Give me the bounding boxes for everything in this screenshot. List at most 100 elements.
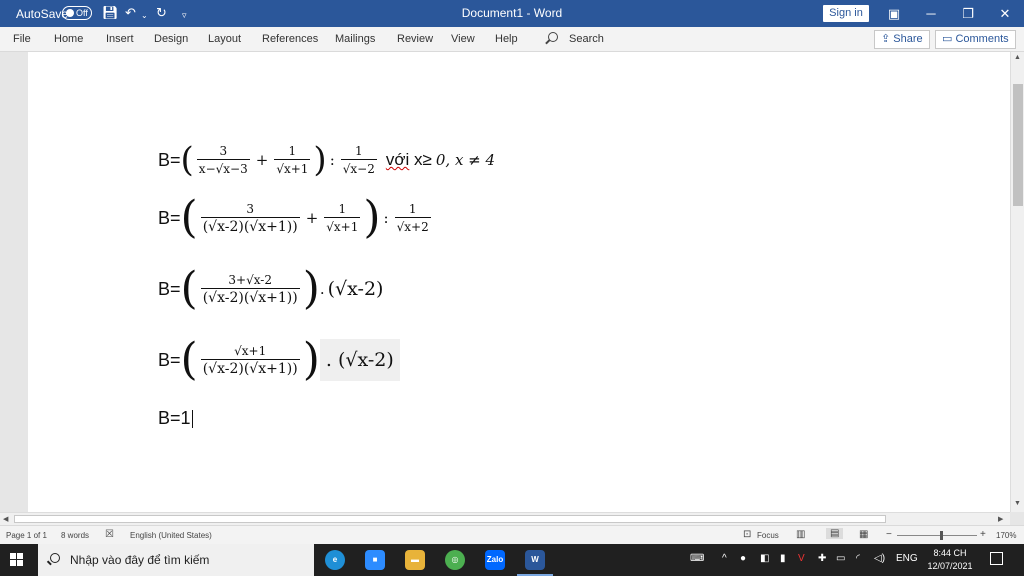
tab-file[interactable]: File (13, 33, 31, 45)
paren-close: ) (363, 192, 381, 243)
ribbon-tabs: File Home Insert Design Layout Reference… (0, 27, 1024, 52)
fraction: 1 √x+1 (324, 201, 361, 235)
search-icon[interactable] (548, 32, 558, 42)
taskbar-search-box[interactable]: Nhập vào đây để tìm kiếm (38, 544, 314, 576)
print-layout-icon[interactable]: ▤ (826, 528, 844, 539)
language-indicator-taskbar[interactable]: ENG (896, 553, 918, 564)
word-app-icon[interactable]: W (517, 550, 553, 576)
share-label: Share (893, 33, 923, 45)
horizontal-scroll-thumb[interactable] (14, 515, 886, 523)
web-layout-icon[interactable]: ▦ (859, 529, 868, 540)
meet-now-icon[interactable]: ⌨ (690, 553, 704, 564)
horizontal-scrollbar[interactable]: ◀ ▶ (0, 512, 1010, 525)
fraction: 1 √x+1 (274, 143, 311, 177)
tab-insert[interactable]: Insert (106, 33, 134, 45)
equation-line-2[interactable]: B= ( 3 (√x-2)(√x+1)) + 1 √x+1 ) : 1 √x+2 (158, 196, 434, 240)
notification-icon[interactable] (990, 552, 1003, 565)
windows-start-icon[interactable] (10, 553, 24, 567)
ribbon-display-icon[interactable]: ▣ (876, 0, 912, 27)
eq-lhs: B= (158, 349, 181, 370)
equation-line-5[interactable]: B=1 (158, 408, 193, 429)
tab-design[interactable]: Design (154, 33, 188, 45)
scroll-down-icon[interactable]: ▼ (1014, 500, 1021, 507)
multiply-dot: . (325, 349, 332, 371)
share-button[interactable]: ⇪ Share (874, 30, 930, 49)
tab-mailings[interactable]: Mailings (335, 33, 375, 45)
eq-lhs: B= (158, 149, 181, 170)
comments-label: Comments (955, 33, 1009, 45)
autosave-label: AutoSave (16, 7, 69, 21)
edge-app-icon[interactable]: e (325, 550, 345, 570)
comments-button[interactable]: ▭ Comments (935, 30, 1016, 49)
focus-icon[interactable]: ⊡ (743, 529, 751, 540)
numerator: √x+1 (234, 344, 267, 358)
tab-review[interactable]: Review (397, 33, 433, 45)
tray-app-icon[interactable]: V (798, 553, 805, 564)
taskbar-clock[interactable]: 8:44 CH 12/07/2021 (920, 547, 980, 573)
equation-line-3[interactable]: B= ( 3+√x-2 (√x-2)(√x+1)) ) . (√x-2) (158, 267, 383, 311)
vertical-scrollbar[interactable]: ▲ ▼ (1010, 52, 1024, 512)
zoom-app-icon[interactable]: ■ (365, 550, 385, 570)
share-icon: ⇪ (881, 33, 894, 45)
language-indicator[interactable]: English (United States) (130, 531, 212, 540)
restore-icon[interactable]: ❐ (950, 0, 986, 27)
read-mode-icon[interactable]: ▥ (796, 529, 805, 540)
zoom-in-button[interactable]: + (980, 529, 986, 540)
scroll-up-icon[interactable]: ▲ (1014, 54, 1021, 61)
clock-time: 8:44 CH (933, 548, 967, 558)
undo-icon[interactable]: ↶ (125, 5, 136, 21)
minimize-icon[interactable]: ─ (913, 0, 949, 27)
selected-factor[interactable]: . (√x-2) (319, 339, 400, 381)
tray-app-icon[interactable]: ✚ (818, 553, 826, 564)
document-canvas (0, 52, 1010, 512)
numerator: 1 (288, 144, 297, 158)
show-hidden-icons-icon[interactable]: ^ (722, 553, 727, 564)
windows-taskbar: Nhập vào đây để tìm kiếm e ■ ▬ ◎ Zalo W … (0, 544, 1024, 576)
undo-dropdown-icon[interactable]: ⌄ (141, 8, 148, 24)
equation-line-4[interactable]: B= ( √x+1 (√x-2)(√x+1)) ) . (√x-2) (158, 338, 400, 382)
file-explorer-icon[interactable]: ▬ (405, 550, 425, 570)
search-box[interactable]: Search (569, 33, 604, 45)
tab-home[interactable]: Home (54, 33, 83, 45)
redo-icon[interactable]: ↻ (156, 5, 167, 21)
multiply-dot: . (319, 280, 325, 298)
word-count[interactable]: 8 words (61, 531, 89, 540)
zoom-out-button[interactable]: − (886, 529, 892, 540)
scroll-left-icon[interactable]: ◀ (3, 515, 8, 523)
paren-close: ) (313, 140, 327, 180)
vertical-scroll-thumb[interactable] (1013, 84, 1023, 206)
denominator: x−√x−3 (196, 159, 250, 177)
numerator: 3+√x-2 (228, 273, 272, 287)
autosave-toggle[interactable]: Off (62, 6, 92, 20)
tray-app-icon[interactable]: ▮ (780, 553, 786, 564)
equation-line-1[interactable]: B= ( 3 x−√x−3 + 1 √x+1 ) : 1 √x−2 với x≥… (158, 143, 495, 177)
search-icon (50, 553, 60, 563)
network-icon[interactable]: ◜ (856, 553, 860, 564)
volume-icon[interactable]: ◁) (874, 553, 885, 564)
tab-view[interactable]: View (451, 33, 475, 45)
tray-app-icon[interactable]: ▭ (836, 553, 845, 564)
zoom-level[interactable]: 170% (996, 531, 1016, 540)
focus-label[interactable]: Focus (757, 531, 779, 540)
proofing-icon[interactable]: ☒ (105, 529, 114, 540)
spellcheck-word: với (385, 150, 410, 169)
fraction: 1 √x+2 (394, 201, 431, 235)
scroll-right-icon[interactable]: ▶ (998, 515, 1003, 523)
zoom-slider[interactable] (897, 535, 977, 536)
zalo-app-icon[interactable]: Zalo (485, 550, 505, 570)
tab-references[interactable]: References (262, 33, 318, 45)
tab-help[interactable]: Help (495, 33, 518, 45)
taskbar-search-placeholder: Nhập vào đây để tìm kiếm (70, 553, 210, 567)
denominator: √x−2 (340, 159, 377, 177)
tab-layout[interactable]: Layout (208, 33, 241, 45)
browser-app-icon[interactable]: ◎ (445, 550, 465, 570)
condition-text: với x≥ (386, 150, 432, 170)
close-icon[interactable]: ✕ (987, 0, 1023, 27)
page-count[interactable]: Page 1 of 1 (6, 531, 47, 540)
save-icon[interactable]: 💾︎ (102, 5, 119, 21)
tray-app-icon[interactable]: ◧ (760, 553, 769, 564)
sign-in-button[interactable]: Sign in (823, 5, 869, 22)
zoom-slider-thumb[interactable] (940, 531, 943, 540)
tray-app-icon[interactable]: ● (740, 553, 746, 564)
customize-qat-icon[interactable]: ▿ (182, 7, 187, 23)
